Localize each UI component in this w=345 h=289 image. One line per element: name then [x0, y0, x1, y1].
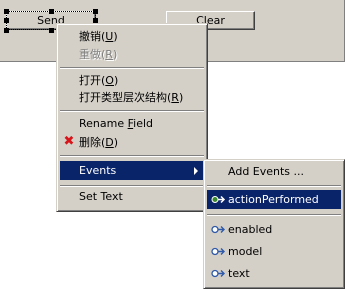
- menu-item-open-type-hierarchy[interactable]: 打开类型层次结构(R): [60, 88, 204, 107]
- submenu-item-model[interactable]: model: [207, 242, 341, 261]
- mnemonic-close: ): [178, 91, 184, 104]
- mnemonic-key: O: [105, 74, 114, 87]
- method-icon: [211, 247, 225, 256]
- menu-item-label-rest: ield: [133, 117, 154, 130]
- mnemonic-key: R: [171, 91, 179, 104]
- delete-icon: ✖: [63, 134, 75, 149]
- menu-item-label: Events: [79, 164, 117, 177]
- events-submenu: Add Events ... actionPerformed enabled m…: [203, 159, 345, 289]
- menu-item-label: 撤销: [79, 30, 101, 43]
- method-icon: [211, 269, 225, 278]
- submenu-item-enabled[interactable]: enabled: [207, 220, 341, 239]
- mnemonic-close: ): [112, 48, 118, 61]
- menu-separator: [207, 214, 341, 216]
- mnemonic-close: ): [113, 136, 119, 149]
- menu-item-delete[interactable]: ✖ 删除(D): [60, 133, 204, 152]
- resize-handle-sw[interactable]: [4, 28, 9, 33]
- resize-handle-nw[interactable]: [4, 9, 9, 14]
- menu-item-label: 重做: [79, 48, 101, 61]
- submenu-item-label: model: [228, 245, 263, 258]
- menu-separator: [60, 67, 204, 69]
- menu-item-label: Rename: [79, 117, 128, 130]
- submenu-item-label: text: [228, 267, 250, 280]
- submenu-item-label: enabled: [228, 223, 273, 236]
- resize-handle-s[interactable]: [49, 28, 54, 33]
- menu-item-rename-field[interactable]: Rename Field: [60, 114, 204, 133]
- menu-separator: [207, 185, 341, 187]
- menu-item-label: 删除: [79, 136, 101, 149]
- context-menu: 撤销(U) 重做(R) 打开(O) 打开类型层次结构(R) Rename Fie…: [56, 23, 208, 212]
- menu-separator: [60, 110, 204, 112]
- menu-item-redo: 重做(R): [60, 45, 204, 64]
- submenu-item-label: actionPerformed: [228, 193, 319, 206]
- submenu-arrow-icon: [194, 167, 198, 175]
- mnemonic-key: R: [105, 48, 113, 61]
- menu-separator: [60, 155, 204, 157]
- submenu-item-add-events[interactable]: Add Events ...: [207, 162, 341, 181]
- submenu-item-text[interactable]: text: [207, 264, 341, 283]
- method-icon: [211, 225, 225, 234]
- menu-item-set-text[interactable]: Set Text: [60, 187, 204, 206]
- menu-item-label: 打开类型层次结构: [79, 91, 167, 104]
- resize-handle-w[interactable]: [4, 18, 9, 23]
- menu-item-undo[interactable]: 撤销(U): [60, 27, 204, 46]
- menu-item-label: 打开: [79, 74, 101, 87]
- resize-handle-n[interactable]: [49, 9, 54, 14]
- mnemonic-close: ): [113, 74, 119, 87]
- method-icon: [211, 195, 226, 204]
- resize-handle-ne[interactable]: [93, 9, 98, 14]
- menu-item-label: Set Text: [79, 190, 123, 203]
- submenu-item-action-performed[interactable]: actionPerformed: [207, 190, 341, 209]
- submenu-item-label: Add Events ...: [228, 165, 305, 178]
- mnemonic-key: D: [105, 136, 114, 149]
- menu-item-events[interactable]: Events: [60, 161, 204, 180]
- mnemonic-close: ): [113, 30, 118, 43]
